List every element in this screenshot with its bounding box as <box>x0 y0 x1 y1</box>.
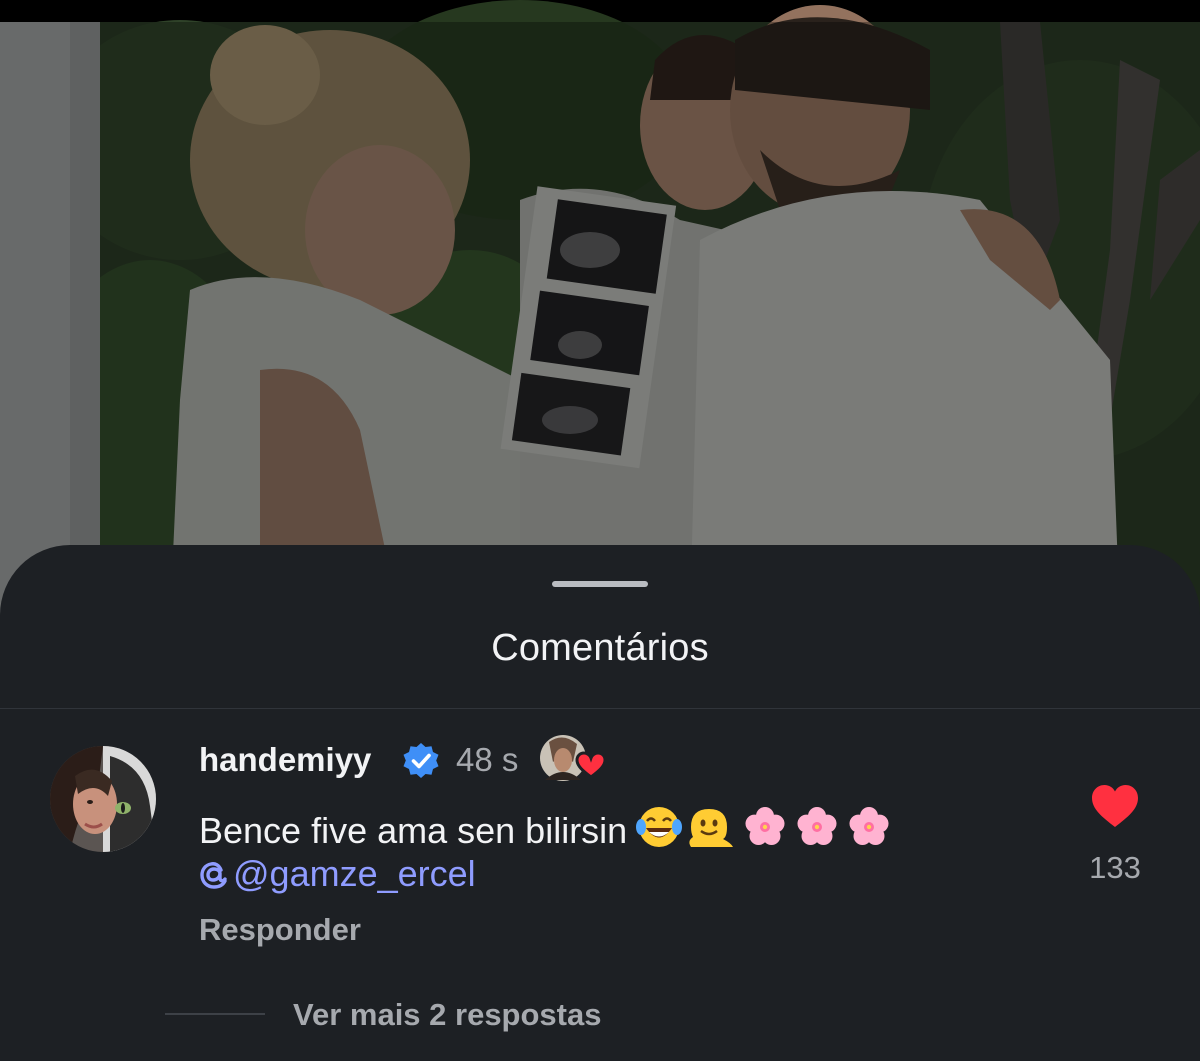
sheet-title: Comentários <box>491 627 709 669</box>
mention-text: @gamze_ercel <box>233 853 476 894</box>
view-more-replies-button[interactable]: Ver mais 2 respostas <box>293 997 601 1033</box>
divider <box>0 708 1200 709</box>
heart-icon[interactable] <box>1090 783 1140 829</box>
screen: Comentários handemiyy 48 s Bence five am… <box>0 0 1200 1061</box>
post-photo <box>0 0 1200 620</box>
mention-link[interactable]: @gamze_ercel <box>199 850 476 898</box>
username[interactable]: handemiyy <box>199 741 371 779</box>
emoji-row <box>635 803 895 863</box>
comments-sheet: Comentários handemiyy 48 s Bence five am… <box>0 545 1200 1061</box>
melting-face-icon <box>689 809 734 847</box>
threads-at-icon <box>200 862 227 889</box>
cherry-blossom-icon <box>849 807 889 845</box>
cherry-blossom-icon <box>797 807 837 845</box>
drag-handle[interactable] <box>552 581 648 587</box>
replies-line <box>165 1013 265 1015</box>
comment-time: 48 s <box>456 741 519 778</box>
comment-text-body: Bence five ama sen bilirsin <box>199 810 628 851</box>
avatar[interactable] <box>50 746 156 852</box>
like-count: 133 <box>1089 850 1141 885</box>
author-heart-avatar-icon <box>540 735 607 781</box>
face-with-tears-of-joy-icon <box>636 807 683 847</box>
cherry-blossom-icon <box>745 807 785 845</box>
reply-button[interactable]: Responder <box>199 912 361 948</box>
verified-badge-icon <box>403 743 439 778</box>
